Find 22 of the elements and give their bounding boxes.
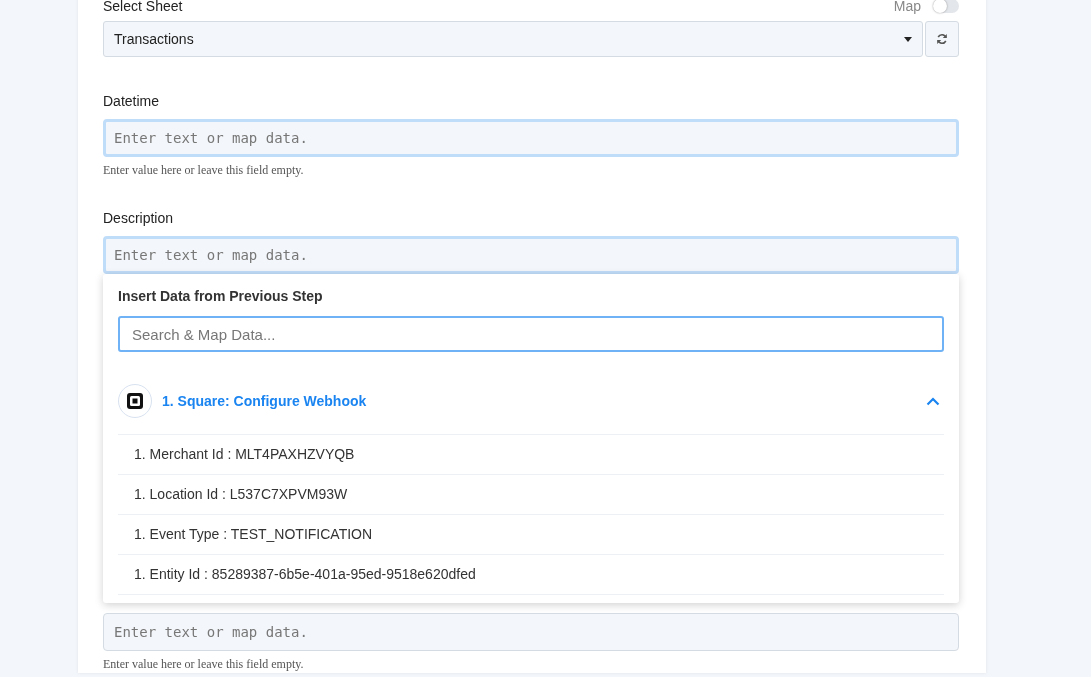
search-field[interactable]: Search & Map Data... [118,316,944,352]
sheet-select[interactable]: Transactions [103,21,923,57]
map-label: Map [893,0,921,14]
field-label: Description [103,209,175,228]
text-field[interactable]: Enter text or map data. [103,236,959,274]
map-toggle[interactable] [933,0,959,13]
field-label: Select Sheet [103,0,183,16]
text-field[interactable]: Enter text or map data. [103,613,959,651]
data-item[interactable]: 1. Location Id : L537C7XPVM93W [118,475,944,515]
caret-icon [904,36,912,42]
step-title: 1. Square: Configure Webhook [162,393,368,409]
field-label: Datetime [103,92,161,111]
field-hint: Enter value here or leave this field empty. [103,657,305,673]
data-item[interactable]: 1. Entity Id : 85289387-6b5e-401a-95ed-9518e620dfed [118,555,944,595]
refresh-button[interactable] [925,21,959,57]
refresh-icon [936,33,948,45]
dropdown-title: Insert Data from Previous Step [118,288,324,304]
step-header[interactable]: 1. Square: Configure Webhook [118,384,944,435]
text-field[interactable]: Enter text or map data. [103,119,959,157]
data-item[interactable]: 1. Merchant Id : MLT4PAXHZVYQB [118,435,944,475]
field-hint: Enter value here or leave this field empty. [103,163,305,179]
data-item[interactable]: 1. Event Type : TEST_NOTIFICATION [118,515,944,555]
